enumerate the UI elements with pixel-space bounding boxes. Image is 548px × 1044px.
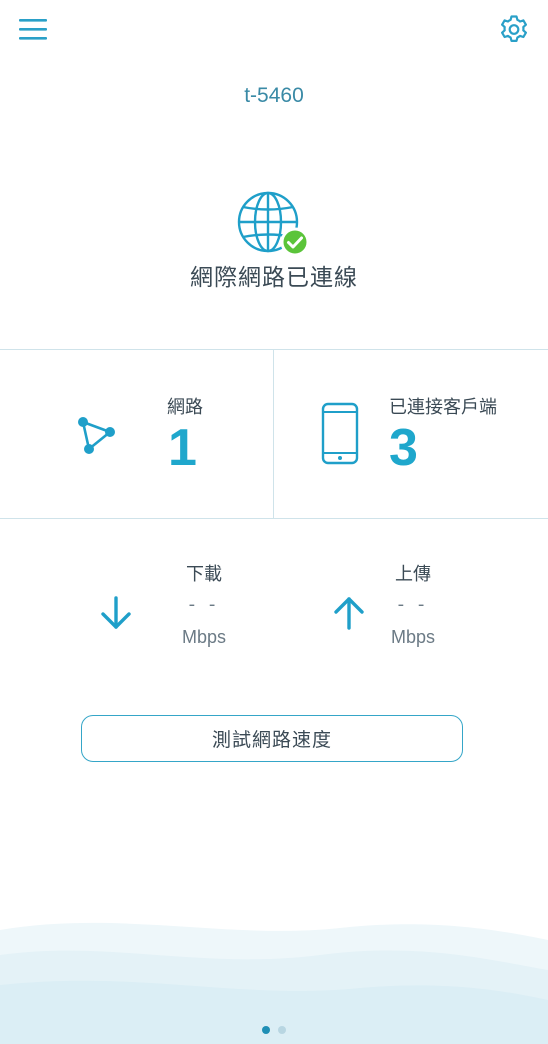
download-speed-unit: Mbps (181, 627, 226, 647)
connected-clients-tile[interactable]: 已連接客戶端 3 (274, 350, 548, 518)
smartphone-icon (321, 402, 359, 465)
divider-bottom (0, 518, 548, 519)
networks-count: 1 (168, 419, 197, 477)
menu-button[interactable] (14, 12, 54, 48)
networks-label: 網路 (167, 397, 203, 418)
upload-label: 上傳 (395, 564, 431, 585)
internet-status-text: 網際網路已連線 (190, 265, 358, 291)
page-indicator (0, 1026, 548, 1036)
network-topology-icon (78, 417, 115, 454)
upload-speed-value: - - (397, 594, 429, 615)
background-waves (0, 922, 548, 1044)
device-name: t-5460 (244, 84, 304, 107)
arrow-up-icon (334, 597, 364, 630)
speed-test-button[interactable]: 測試網路速度 (81, 715, 463, 762)
settings-button[interactable] (494, 10, 534, 50)
internet-status-indicator (236, 190, 312, 260)
gear-icon (501, 15, 527, 42)
download-label: 下載 (186, 564, 222, 585)
upload-speed-unit: Mbps (390, 627, 435, 647)
hamburger-menu-icon (19, 19, 47, 40)
page-dot-1[interactable] (262, 1026, 270, 1034)
networks-tile[interactable]: 網路 1 (0, 350, 273, 518)
connected-clients-count: 3 (389, 419, 418, 477)
page-dot-2[interactable] (278, 1026, 286, 1034)
connected-clients-label: 已連接客戶端 (389, 397, 497, 418)
globe-check-icon (237, 191, 310, 257)
arrow-down-icon (101, 596, 131, 629)
download-speed-value: - - (188, 594, 220, 615)
